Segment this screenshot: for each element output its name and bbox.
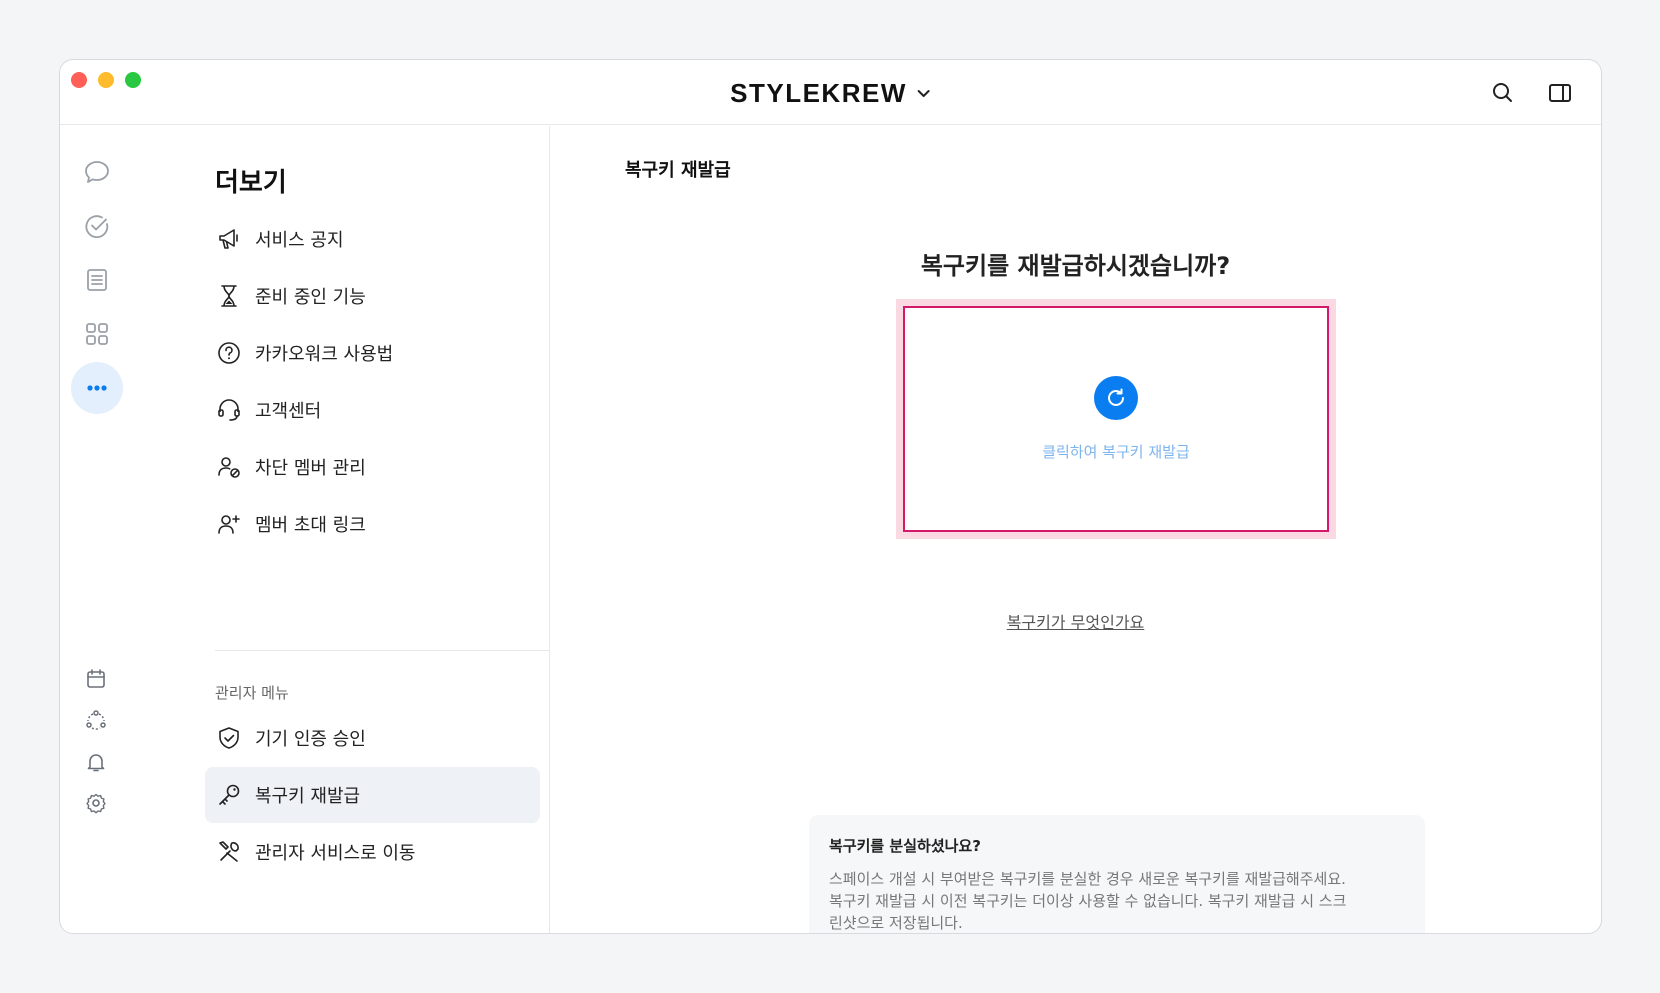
refresh-icon bbox=[1108, 388, 1124, 406]
minimize-window-button[interactable] bbox=[98, 72, 114, 88]
grid-icon bbox=[86, 323, 108, 345]
gear-icon bbox=[86, 793, 106, 814]
menu-item-label: 고객센터 bbox=[255, 401, 322, 422]
reissue-label: 클릭하여 복구키 재발급 bbox=[1042, 443, 1190, 461]
menu-item-label: 기기 인증 승인 bbox=[255, 729, 366, 750]
main-content: 복구키 재발급 복구키를 재발급하시겠습니까? 클릭하여 복구키 재발급 복구키… bbox=[550, 126, 1601, 933]
rail-more-button[interactable] bbox=[71, 362, 123, 414]
profile-character-icon bbox=[78, 933, 116, 934]
rail-notifications-button[interactable] bbox=[83, 749, 109, 775]
check-circle-icon bbox=[85, 215, 109, 239]
side-panel-icon[interactable] bbox=[1547, 80, 1573, 106]
organization-icon bbox=[86, 710, 106, 730]
menu-item-label: 차단 멤버 관리 bbox=[255, 458, 366, 479]
menu-item-how-to-use[interactable]: 카카오워크 사용법 bbox=[205, 325, 540, 381]
info-line: 린샷으로 저장됩니다. bbox=[829, 914, 963, 932]
admin-section-label: 관리자 메뉴 bbox=[215, 684, 289, 702]
menu-item-label: 관리자 서비스로 이동 bbox=[255, 843, 416, 864]
info-box: 복구키를 분실하셨나요? 스페이스 개설 시 부여받은 복구키를 분실한 경우 … bbox=[809, 815, 1425, 933]
rail-chat-button[interactable] bbox=[71, 146, 123, 198]
reissue-card-highlight: 클릭하여 복구키 재발급 bbox=[896, 299, 1336, 539]
info-body: 스페이스 개설 시 부여받은 복구키를 분실한 경우 새로운 복구키를 재발급해… bbox=[829, 868, 1405, 933]
info-line: 스페이스 개설 시 부여받은 복구키를 분실한 경우 새로운 복구키를 재발급해… bbox=[829, 870, 1346, 888]
more-dots-icon bbox=[87, 385, 107, 391]
menu-item-invite-link[interactable]: 멤버 초대 링크 bbox=[205, 496, 540, 552]
shield-check-icon bbox=[215, 724, 243, 752]
question-icon bbox=[215, 339, 243, 367]
rail-calendar-button[interactable] bbox=[83, 666, 109, 692]
menu-title: 더보기 bbox=[215, 168, 287, 198]
page-title: 복구키 재발급 bbox=[625, 160, 731, 181]
menu-item-label: 복구키 재발급 bbox=[255, 786, 361, 807]
menu-item-service-notice[interactable]: 서비스 공지 bbox=[205, 211, 540, 267]
menu-item-device-approval[interactable]: 기기 인증 승인 bbox=[205, 710, 540, 766]
avatar[interactable] bbox=[78, 933, 116, 934]
menu-item-label: 서비스 공지 bbox=[255, 230, 344, 251]
menu-item-admin-service[interactable]: 관리자 서비스로 이동 bbox=[205, 824, 540, 880]
chevron-down-icon bbox=[917, 89, 930, 97]
title-bar: STYLEKREW bbox=[60, 60, 1601, 125]
info-title: 복구키를 분실하셨나요? bbox=[829, 837, 981, 855]
hourglass-icon bbox=[215, 282, 243, 310]
search-icon[interactable] bbox=[1490, 80, 1516, 106]
add-user-icon bbox=[215, 510, 243, 538]
what-is-recovery-key-link[interactable]: 복구키가 무엇인가요 bbox=[550, 609, 1601, 633]
rail-settings-button[interactable] bbox=[83, 790, 109, 816]
window-controls bbox=[71, 72, 141, 88]
rail-organization-button[interactable] bbox=[83, 707, 109, 733]
reissue-question: 복구키를 재발급하시겠습니까? bbox=[920, 252, 1231, 280]
refresh-button[interactable] bbox=[1094, 376, 1138, 420]
menu-item-label: 멤버 초대 링크 bbox=[255, 515, 366, 536]
rail-apps-button[interactable] bbox=[71, 308, 123, 360]
chat-bubble-icon bbox=[85, 161, 109, 183]
key-icon bbox=[215, 781, 243, 809]
maximize-window-button[interactable] bbox=[125, 72, 141, 88]
icon-rail bbox=[60, 126, 145, 933]
menu-item-customer-center[interactable]: 고객센터 bbox=[205, 382, 540, 438]
blocked-user-icon bbox=[215, 453, 243, 481]
megaphone-icon bbox=[215, 225, 243, 253]
bell-icon bbox=[87, 754, 105, 772]
more-menu-panel: 더보기 서비스 공지 준비 중인 기능 카카오워크 사용법 고객센터 차단 멤버… bbox=[145, 126, 550, 933]
menu-item-blocked-members[interactable]: 차단 멤버 관리 bbox=[205, 439, 540, 495]
workspace-name: STYLEKREW bbox=[730, 78, 907, 108]
close-window-button[interactable] bbox=[71, 72, 87, 88]
menu-item-label: 카카오워크 사용법 bbox=[255, 344, 394, 365]
rail-tasks-button[interactable] bbox=[71, 200, 123, 252]
menu-item-recovery-key[interactable]: 복구키 재발급 bbox=[205, 767, 540, 823]
workspace-switcher[interactable]: STYLEKREW bbox=[730, 78, 931, 109]
app-window: STYLEKREW 더보기 서비스 공지 준비 중인 기능 카카오워크 사용법 … bbox=[59, 59, 1602, 934]
tools-icon bbox=[215, 838, 243, 866]
menu-item-upcoming-features[interactable]: 준비 중인 기능 bbox=[205, 268, 540, 324]
menu-item-label: 준비 중인 기능 bbox=[255, 287, 366, 308]
menu-divider bbox=[215, 650, 549, 651]
document-list-icon bbox=[87, 269, 107, 291]
reissue-recovery-key-button[interactable]: 클릭하여 복구키 재발급 bbox=[903, 306, 1329, 532]
rail-board-button[interactable] bbox=[71, 254, 123, 306]
calendar-icon bbox=[87, 669, 105, 688]
info-line: 복구키 재발급 시 이전 복구키는 더이상 사용할 수 없습니다. 복구키 재발… bbox=[829, 892, 1347, 910]
headset-icon bbox=[215, 396, 243, 424]
